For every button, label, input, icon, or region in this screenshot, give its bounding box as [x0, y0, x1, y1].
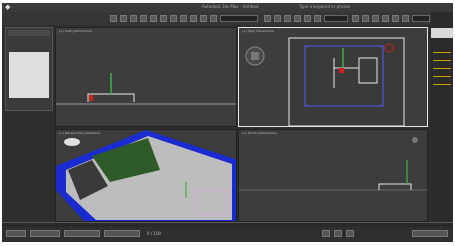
panel-header	[8, 30, 50, 36]
curve-editor-button[interactable]	[362, 15, 369, 22]
undo-button[interactable]	[110, 15, 117, 22]
render-setup-button[interactable]	[392, 15, 399, 22]
schematic-button[interactable]	[372, 15, 379, 22]
main-toolbar	[2, 12, 453, 25]
percent-snap-button[interactable]	[294, 15, 301, 22]
house-outline	[87, 93, 135, 102]
command-panel	[431, 12, 453, 222]
left-view-wireframe	[56, 28, 236, 126]
view-cube-icon[interactable]	[64, 138, 80, 146]
named-selection-dropdown[interactable]	[324, 15, 348, 22]
snap-button[interactable]	[274, 15, 281, 22]
material-editor-button[interactable]	[382, 15, 389, 22]
scene-explorer-panel	[5, 27, 53, 111]
unlink-button[interactable]	[140, 15, 147, 22]
viewport-left[interactable]: [+] [Left] [Wireframe]	[55, 27, 237, 127]
play-icon[interactable]	[322, 230, 330, 237]
view-cube-face	[251, 52, 259, 60]
search-field[interactable]: Type a keyword or phrase	[299, 4, 350, 9]
object-marker	[89, 95, 93, 101]
viewport-front[interactable]: [+] [Front] [Wireframe]	[238, 129, 428, 222]
render-button[interactable]	[402, 15, 409, 22]
region-button[interactable]	[180, 15, 187, 22]
select-icon[interactable]	[160, 15, 167, 22]
nav-controls[interactable]	[412, 230, 448, 237]
layer-button[interactable]	[352, 15, 359, 22]
app-window: ◆ Autodesk 3ds Max - Untitled Type a key…	[2, 3, 453, 242]
coord-x-field[interactable]	[64, 230, 100, 237]
scale-icon[interactable]	[210, 15, 217, 22]
rotate-icon[interactable]	[200, 15, 207, 22]
viewport-perspective[interactable]: [+] [Perspective] [Realistic]	[55, 129, 237, 222]
align-button[interactable]	[314, 15, 321, 22]
pivot-button[interactable]	[264, 15, 271, 22]
frame-counter: 0 / 100	[147, 231, 162, 236]
link-button[interactable]	[130, 15, 137, 22]
view-cube-icon[interactable]	[412, 137, 418, 143]
angle-snap-button[interactable]	[284, 15, 291, 22]
status-bar: 0 / 100	[2, 227, 453, 242]
move-icon[interactable]	[190, 15, 197, 22]
title-bar: ◆ Autodesk 3ds Max - Untitled Type a key…	[2, 3, 453, 12]
front-view-wireframe	[239, 137, 427, 191]
coord-y-field[interactable]	[104, 230, 140, 237]
redo-button[interactable]	[120, 15, 127, 22]
last-frame-button[interactable]	[346, 230, 354, 237]
select-name-button[interactable]	[170, 15, 177, 22]
viewport-top[interactable]: [+] [Top] [Wireframe]	[238, 27, 428, 127]
app-title: Autodesk 3ds Max - Untitled	[202, 4, 259, 9]
max-logo-icon[interactable]: ◆	[5, 4, 13, 11]
script-listener[interactable]	[6, 230, 26, 237]
top-view-plan	[245, 37, 405, 126]
scene-list[interactable]	[9, 52, 49, 98]
render-preset-dropdown[interactable]	[412, 15, 430, 22]
reference-coord-dropdown[interactable]	[220, 15, 258, 22]
bind-button[interactable]	[150, 15, 157, 22]
next-frame-button[interactable]	[334, 230, 342, 237]
mirror-button[interactable]	[304, 15, 311, 22]
command-tabs[interactable]	[431, 28, 453, 38]
perspective-render	[56, 130, 236, 221]
selection-status	[30, 230, 60, 237]
